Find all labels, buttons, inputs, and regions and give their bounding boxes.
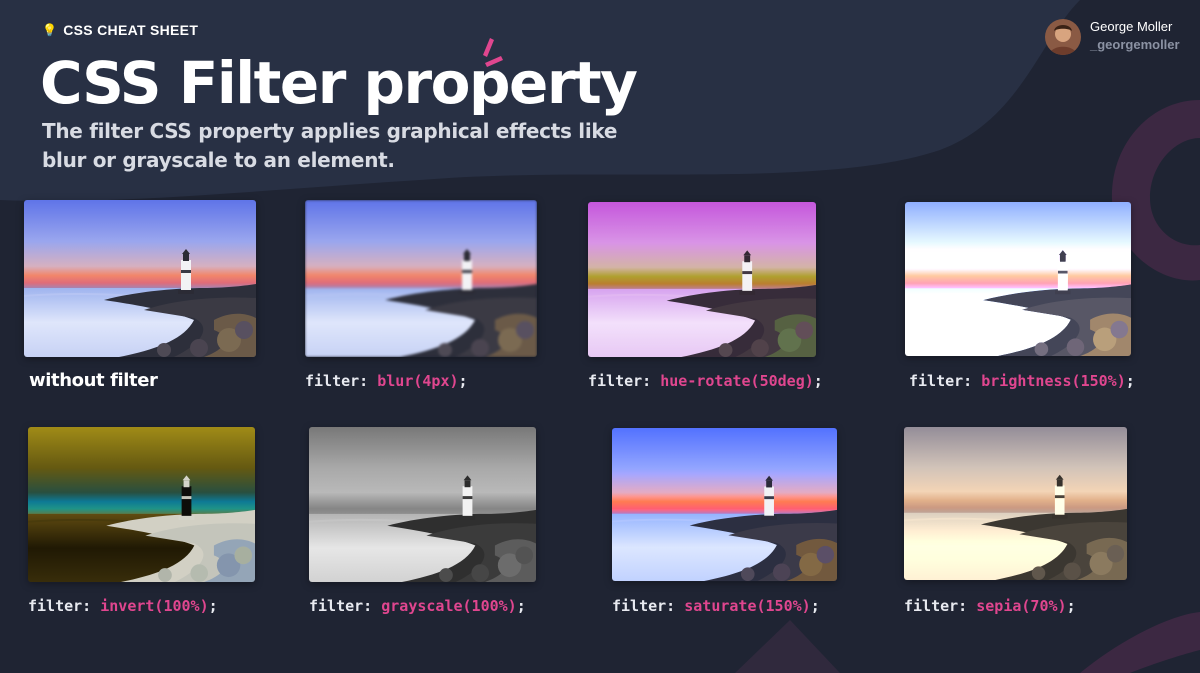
avatar [1045, 19, 1081, 55]
lighthouse-image-hue-rotate [588, 202, 816, 357]
lighthouse-image-grayscale [309, 427, 536, 582]
lighthouse-image-sepia [904, 427, 1127, 580]
cheat-sheet-tag: 💡 CSS CHEAT SHEET [42, 22, 198, 38]
author-name: George Moller [1090, 19, 1173, 34]
lighthouse-image-invert [28, 427, 255, 582]
page-title: CSS Filter property [40, 49, 638, 117]
caption-saturate: filter: saturate(150%); [612, 597, 820, 615]
lighthouse-image-blur [305, 200, 537, 357]
caption-brightness: filter: brightness(150%); [909, 372, 1135, 390]
caption-blur: filter: blur(4px); [305, 372, 468, 390]
caption-sepia: filter: sepia(70%); [904, 597, 1076, 615]
lightbulb-icon: 💡 [42, 23, 58, 37]
caption-without-filter: without filter [29, 370, 158, 391]
page-subtitle: The filter CSS property applies graphica… [42, 119, 618, 172]
caption-hue-rotate: filter: hue-rotate(50deg); [588, 372, 823, 390]
lighthouse-image-original [24, 200, 256, 357]
sparkle-icon [483, 38, 503, 67]
lighthouse-image-brightness [905, 202, 1131, 356]
caption-invert: filter: invert(100%); [28, 597, 218, 615]
lighthouse-image-saturate [612, 428, 837, 581]
tag-label: CSS CHEAT SHEET [63, 22, 199, 38]
caption-grayscale: filter: grayscale(100%); [309, 597, 526, 615]
author-block: George Moller _georgemoller [1045, 18, 1180, 55]
author-handle: _georgemoller [1090, 37, 1180, 52]
